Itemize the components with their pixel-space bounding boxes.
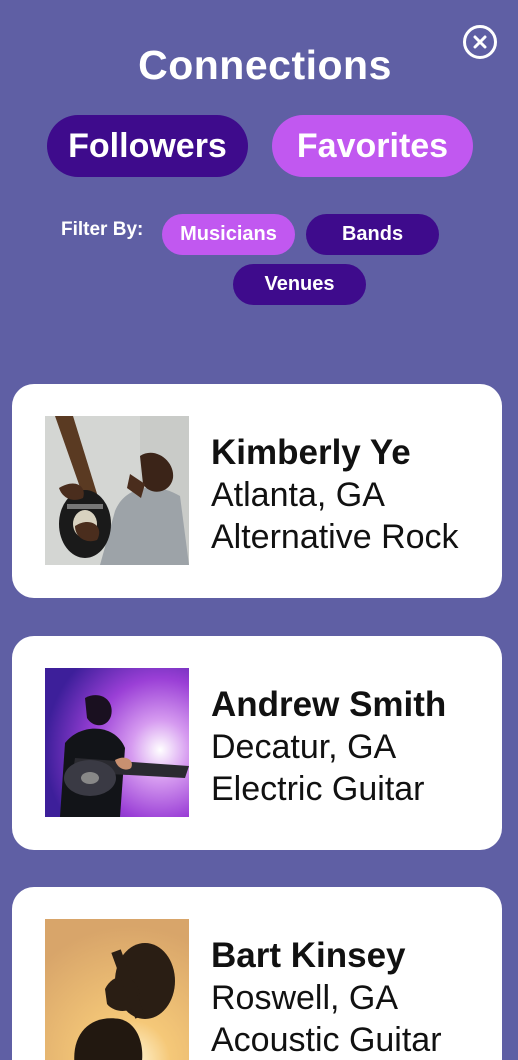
connection-info: Andrew Smith Decatur, GA Electric Guitar (211, 684, 446, 810)
connection-card[interactable]: Kimberly Ye Atlanta, GA Alternative Rock (12, 384, 502, 598)
connection-info: Bart Kinsey Roswell, GA Acoustic Guitar (211, 935, 442, 1060)
connection-location: Roswell, GA (211, 979, 399, 1017)
connection-info: Kimberly Ye Atlanta, GA Alternative Rock (211, 432, 459, 558)
connection-location: Atlanta, GA (211, 476, 385, 514)
tab-favorites[interactable]: Favorites (272, 115, 473, 177)
filter-chip-musicians[interactable]: Musicians (162, 214, 295, 255)
connections-screen: Connections Followers Favorites Filter B… (0, 0, 518, 1060)
connection-photo (45, 919, 189, 1060)
connection-photo (45, 416, 189, 565)
connection-genre: Acoustic Guitar (211, 1021, 442, 1059)
connection-name: Andrew Smith (211, 685, 447, 724)
connection-name: Kimberly Ye (211, 433, 411, 472)
tab-followers[interactable]: Followers (47, 115, 248, 177)
filter-label: Filter By: (61, 219, 144, 240)
connection-genre: Alternative Rock (211, 518, 459, 556)
connection-location: Decatur, GA (211, 728, 397, 766)
connection-photo (45, 668, 189, 817)
page-title: Connections (138, 42, 392, 88)
filter-chip-venues[interactable]: Venues (233, 264, 366, 305)
filter-chip-bands[interactable]: Bands (306, 214, 439, 255)
connection-card[interactable]: Bart Kinsey Roswell, GA Acoustic Guitar (12, 887, 502, 1060)
connection-card[interactable]: Andrew Smith Decatur, GA Electric Guitar (12, 636, 502, 850)
connection-name: Bart Kinsey (211, 936, 406, 975)
connection-genre: Electric Guitar (211, 770, 425, 808)
